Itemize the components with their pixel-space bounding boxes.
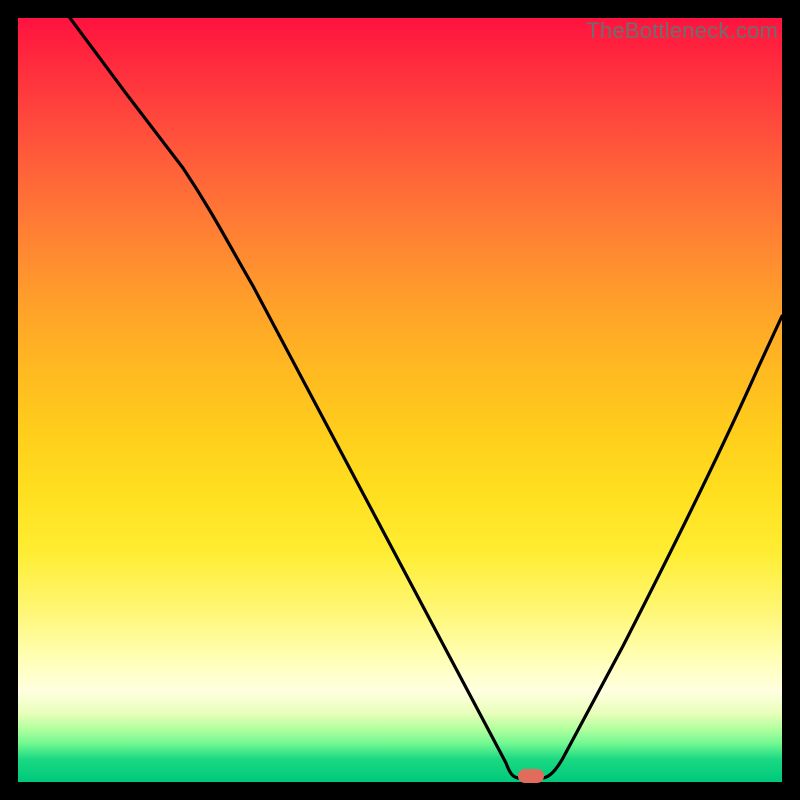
bottleneck-curve: [70, 18, 782, 778]
curve-layer: [18, 18, 782, 782]
plot-area: TheBottleneck.com: [18, 18, 782, 782]
chart-frame: TheBottleneck.com: [0, 0, 800, 800]
optimal-marker: [518, 769, 544, 783]
